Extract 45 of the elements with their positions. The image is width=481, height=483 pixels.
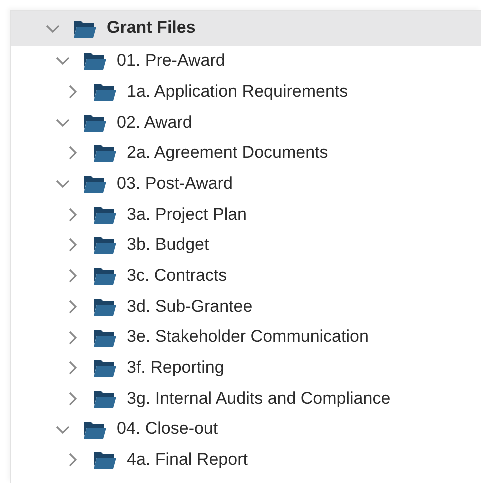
tree-item[interactable]: 3a. Project Plan xyxy=(31,199,481,230)
tree-item[interactable]: 3f. Reporting xyxy=(31,352,481,384)
tree-item[interactable]: 3c. Contracts xyxy=(31,260,481,292)
folder-label: 3g. Internal Audits and Compliance xyxy=(127,388,391,410)
folder-label: 02. Award xyxy=(117,112,192,133)
tree-item[interactable]: 04. Close-out xyxy=(21,414,481,445)
folder-icon xyxy=(93,328,117,348)
folder-label: Grant Files xyxy=(107,18,196,39)
folder-label: 4a. Final Report xyxy=(127,450,248,470)
folder-icon xyxy=(83,112,107,133)
folder-icon xyxy=(93,296,117,317)
folder-label: 3f. Reporting xyxy=(127,358,224,378)
tree-item[interactable]: 1a. Application Requirements xyxy=(31,76,481,108)
tree-item[interactable]: 4a. Final Report xyxy=(31,444,481,476)
folder-icon xyxy=(83,420,107,440)
folder-icon xyxy=(83,51,107,72)
folder-label: 3d. Sub-Grantee xyxy=(127,296,253,318)
folder-label: 01. Pre-Award xyxy=(117,51,226,72)
folder-icon xyxy=(93,143,117,164)
folder-icon xyxy=(73,18,97,38)
folder-label: 3b. Budget xyxy=(127,235,210,256)
tree-item[interactable]: 03. Post-Award xyxy=(21,168,481,200)
tree-item[interactable]: Grant Files xyxy=(11,11,481,46)
tree-item[interactable]: 2a. Agreement Documents xyxy=(31,138,481,169)
tree-item[interactable]: 3d. Sub-Grantee xyxy=(31,292,481,322)
folder-label: 2a. Agreement Documents xyxy=(127,143,328,164)
tree-item[interactable]: 3b. Budget xyxy=(31,230,481,261)
folder-label: 3a. Project Plan xyxy=(127,204,248,225)
tree-item[interactable]: 3e. Stakeholder Communication xyxy=(31,322,481,353)
folder-icon xyxy=(93,450,117,470)
folder-icon xyxy=(93,204,117,225)
folder-icon xyxy=(93,235,117,256)
folder-icon xyxy=(93,388,117,409)
folder-label: 3c. Contracts xyxy=(127,266,228,286)
folder-icon xyxy=(93,358,117,378)
folder-icon xyxy=(83,174,107,194)
folder-icon xyxy=(93,266,117,286)
folder-label: 04. Close-out xyxy=(117,419,218,440)
tree-item[interactable]: 01. Pre-Award xyxy=(21,46,481,77)
tree-item[interactable]: 3g. Internal Audits and Compliance xyxy=(31,384,481,414)
folder-icon xyxy=(93,82,117,102)
folder-label: 3e. Stakeholder Communication xyxy=(127,327,369,348)
folder-label: 03. Post-Award xyxy=(117,174,233,194)
tree-item[interactable]: 02. Award xyxy=(21,107,481,138)
folder-label: 1a. Application Requirements xyxy=(127,82,348,102)
